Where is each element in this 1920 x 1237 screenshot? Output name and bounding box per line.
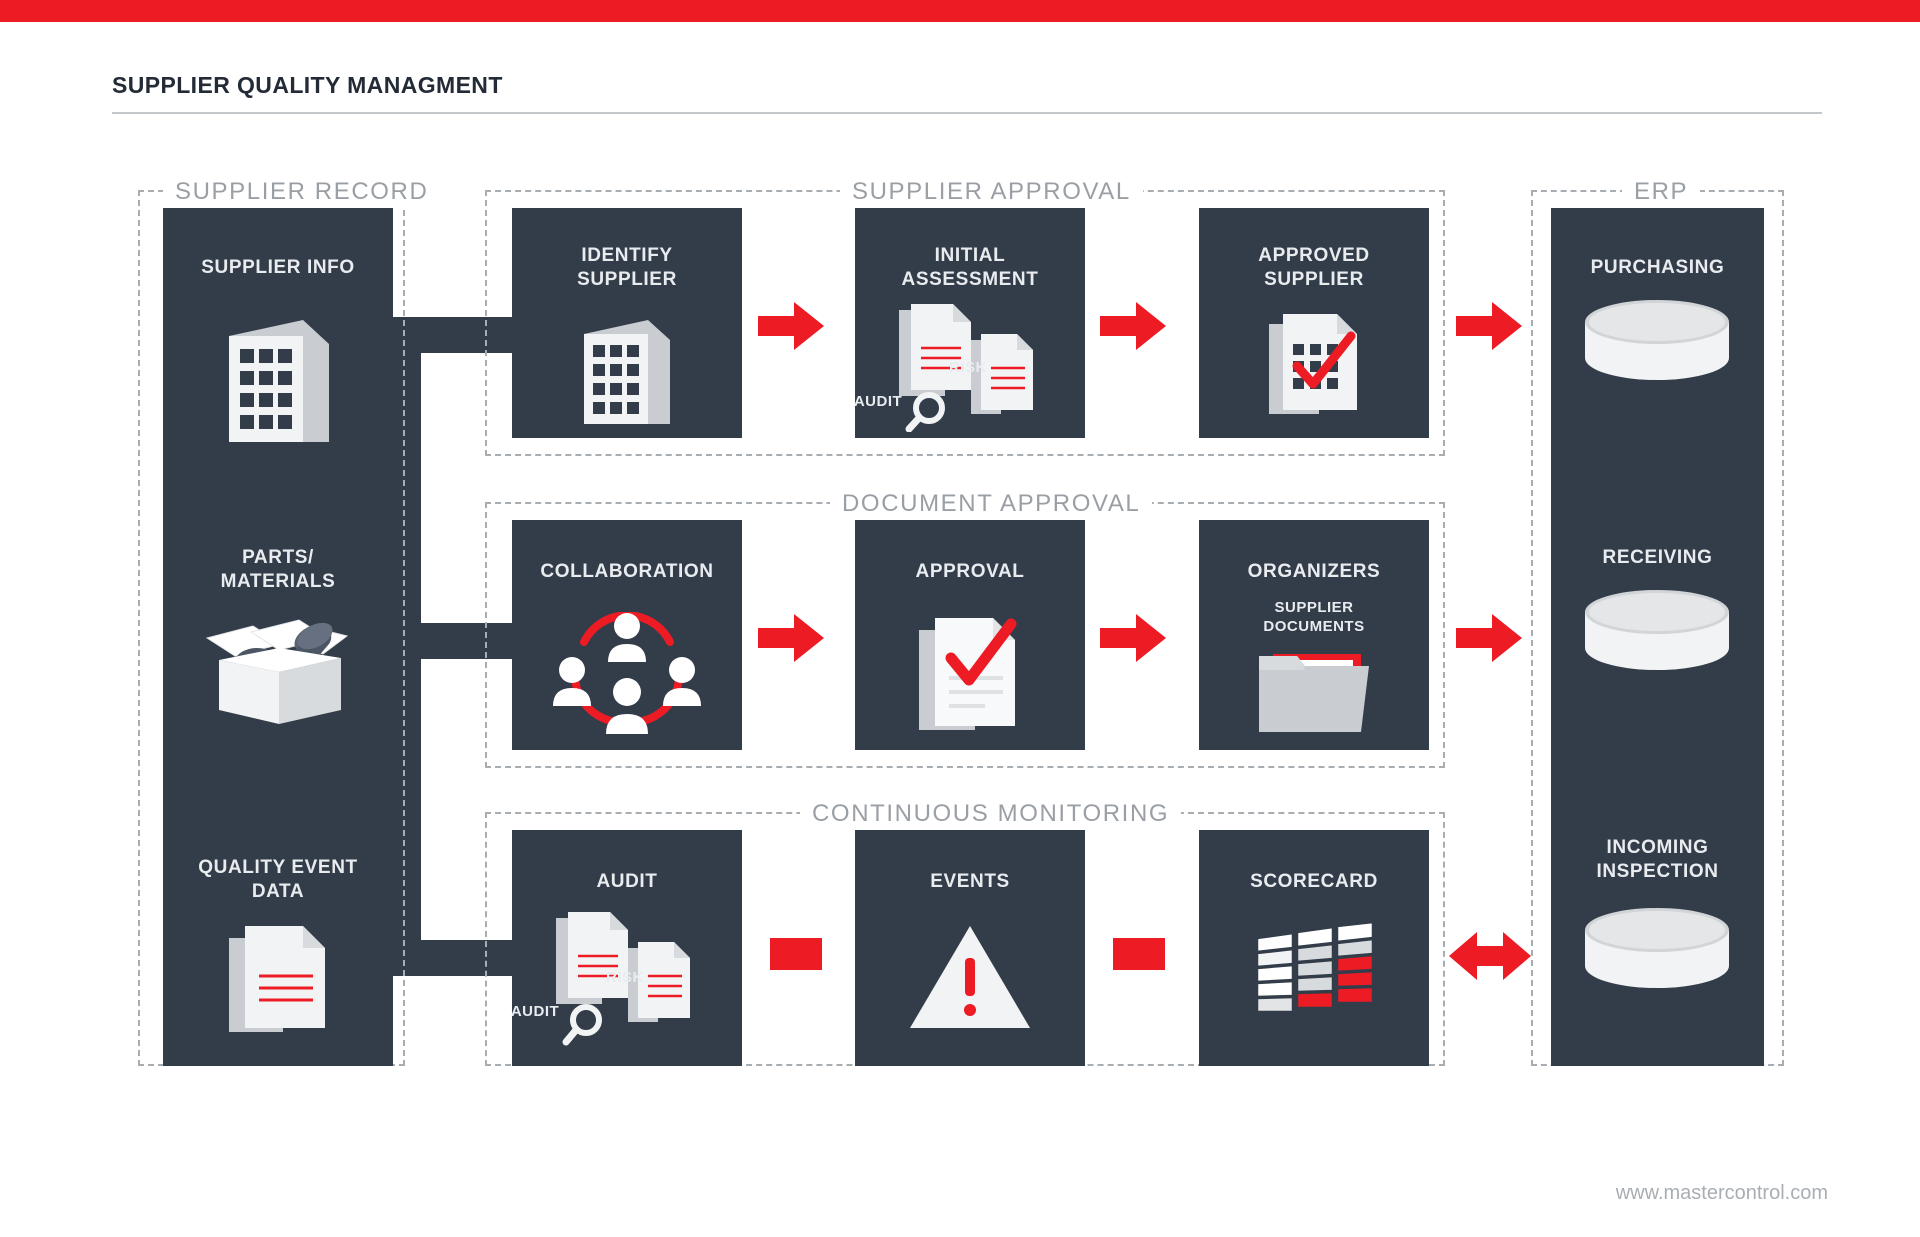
erp-incoming-inspection-label-line1: INCOMING	[1606, 837, 1709, 858]
node-identify-supplier[interactable]: IDENTIFY SUPPLIER	[512, 208, 742, 438]
group-supplier-approval-label: SUPPLIER APPROVAL	[840, 178, 1143, 206]
quality-event-data-label-line1: QUALITY EVENT	[198, 857, 358, 878]
approved-document-icon	[1265, 310, 1369, 424]
arrow-both-icon	[1449, 930, 1531, 982]
organizers-sub-line2: DOCUMENTS	[1263, 618, 1365, 635]
erp-receiving-label: RECEIVING	[1602, 547, 1713, 568]
arrow-right-icon	[1100, 300, 1166, 352]
database-cylinder-icon	[1581, 590, 1733, 674]
identify-supplier-label-line2: SUPPLIER	[577, 269, 677, 290]
identify-supplier-label-line1: IDENTIFY	[581, 245, 673, 266]
organizers-label: ORGANIZERS	[1247, 561, 1381, 582]
quality-event-data-label-line2: DATA	[251, 881, 305, 902]
group-supplier-record-label: SUPPLIER RECORD	[163, 178, 441, 206]
approved-supplier-label-line2: SUPPLIER	[1264, 269, 1364, 290]
arrow-right-icon	[758, 612, 824, 664]
red-bar-icon	[770, 938, 822, 970]
database-cylinder-icon	[1581, 300, 1733, 384]
documents-icon	[221, 920, 341, 1042]
parts-materials-label-line1: PARTS/	[242, 547, 314, 568]
audit-tag-label: AUDIT	[510, 1003, 560, 1020]
approved-document-icon	[913, 612, 1031, 740]
open-box-parts-icon	[195, 610, 363, 730]
initial-assessment-label-line1: INITIAL	[934, 245, 1006, 266]
node-events[interactable]: EVENTS	[855, 830, 1085, 1066]
arrow-right-icon	[1456, 612, 1522, 664]
approval-label: APPROVAL	[915, 561, 1025, 582]
arrow-right-icon	[1456, 300, 1522, 352]
folder-documents-icon	[1257, 648, 1377, 738]
group-continuous-monitoring-label: CONTINUOUS MONITORING	[800, 800, 1182, 828]
risk-tag-label: RISK	[949, 359, 987, 376]
parts-materials-label-line2: MATERIALS	[220, 571, 336, 592]
node-scorecard[interactable]: SCORECARD	[1199, 830, 1429, 1066]
node-organizers[interactable]: ORGANIZERS SUPPLIER DOCUMENTS	[1199, 520, 1429, 750]
initial-assessment-label-line2: ASSESSMENT	[901, 269, 1039, 290]
audit-tag-label: AUDIT	[853, 393, 903, 410]
node-collaboration[interactable]: COLLABORATION	[512, 520, 742, 750]
database-cylinder-icon	[1581, 908, 1733, 992]
organizers-sub-line1: SUPPLIER	[1274, 599, 1354, 616]
arrow-right-icon	[1100, 612, 1166, 664]
erp-incoming-inspection-label-line2: INSPECTION	[1596, 861, 1719, 882]
supplier-record-panel[interactable]: SUPPLIER INFO PARTS/ MATERIALS QUALITY E…	[163, 208, 393, 1066]
supplier-info-label: SUPPLIER INFO	[201, 257, 355, 278]
arrow-right-icon	[758, 300, 824, 352]
footer-url[interactable]: www.mastercontrol.com	[1616, 1182, 1828, 1205]
node-approved-supplier[interactable]: APPROVED SUPPLIER	[1199, 208, 1429, 438]
office-building-icon	[211, 306, 345, 446]
scorecard-label: SCORECARD	[1250, 871, 1378, 892]
collaboration-people-icon	[550, 611, 704, 740]
node-initial-assessment[interactable]: INITIAL ASSESSMENT AUDIT RISK	[854, 208, 1085, 438]
node-audit[interactable]: AUDIT AUDIT RISK	[511, 830, 742, 1066]
group-erp-label: ERP	[1622, 178, 1701, 206]
diagram-canvas: SUPPLIER RECORD SUPPLIER INFO PARTS/ MAT…	[0, 0, 1920, 1237]
node-approval[interactable]: APPROVAL	[855, 520, 1085, 750]
red-bar-icon	[1113, 938, 1165, 970]
warning-triangle-icon	[908, 922, 1032, 1032]
events-label: EVENTS	[930, 871, 1010, 892]
erp-panel[interactable]: PURCHASING RECEIVING INCOMING INSPECTION	[1551, 208, 1764, 1066]
risk-tag-label: RISK	[606, 969, 644, 986]
audit-label: AUDIT	[596, 871, 658, 892]
approved-supplier-label-line1: APPROVED	[1258, 245, 1370, 266]
diagram-page: SUPPLIER QUALITY MANAGMENT SUPPLIER RECO…	[0, 0, 1920, 1237]
group-document-approval-label: DOCUMENT APPROVAL	[830, 490, 1153, 518]
collaboration-label: COLLABORATION	[540, 561, 714, 582]
scorecard-grid-icon	[1255, 920, 1377, 1034]
office-building-icon	[570, 308, 684, 426]
erp-purchasing-label: PURCHASING	[1590, 257, 1725, 278]
